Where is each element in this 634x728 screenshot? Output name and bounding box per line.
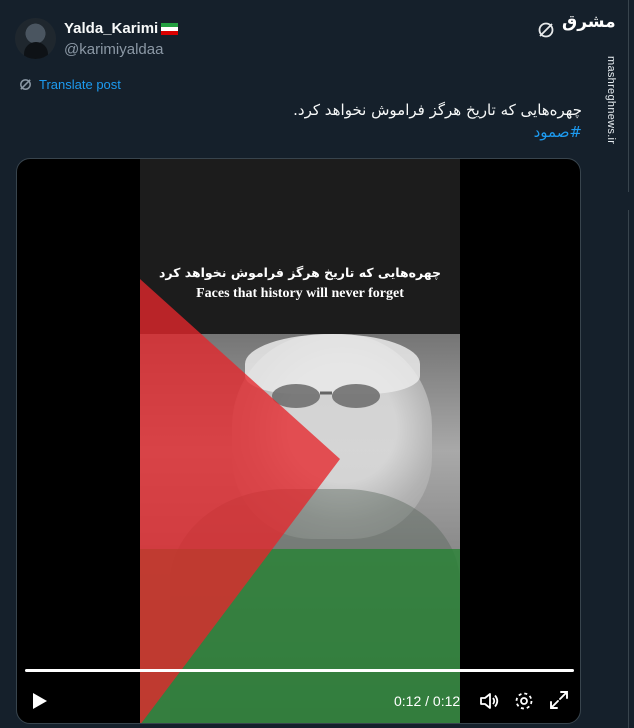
author-handle[interactable]: @karimiyaldaa: [64, 41, 163, 58]
author-name-row[interactable]: Yalda_Karimi: [64, 20, 179, 37]
grok-icon[interactable]: [536, 20, 556, 40]
video-caption-fa: چهره‌هایی که تاریخ هرگز فراموش نخواهد کر…: [158, 265, 442, 280]
divider: [628, 0, 629, 192]
gear-icon[interactable]: [513, 690, 535, 712]
video-player[interactable]: چهره‌هایی که تاریخ هرگز فراموش نخواهد کر…: [16, 158, 581, 724]
translate-post-label[interactable]: Translate post: [39, 77, 121, 92]
volume-icon[interactable]: [478, 690, 500, 712]
watermark-url: mashreghnews.ir: [605, 56, 617, 145]
video-controls: 0:12 / 0:12: [17, 657, 580, 723]
fullscreen-icon[interactable]: [549, 690, 569, 710]
display-name[interactable]: Yalda_Karimi: [64, 20, 158, 37]
video-frame[interactable]: چهره‌هایی که تاریخ هرگز فراموش نخواهد کر…: [140, 159, 460, 723]
video-progress-bar[interactable]: [25, 669, 574, 672]
avatar[interactable]: [15, 18, 56, 59]
play-icon[interactable]: [29, 691, 49, 711]
divider: [628, 210, 629, 728]
tweet-text: چهره‌هایی که تاریخ هرگز فراموش نخواهد کر…: [293, 101, 582, 119]
translate-icon: [20, 79, 31, 90]
iran-flag-icon: [161, 22, 179, 35]
hashtag-link[interactable]: #صمود: [534, 123, 582, 141]
video-time: 0:12 / 0:12: [394, 693, 461, 709]
watermark-logo: مشرق: [562, 12, 616, 32]
translate-post-link[interactable]: Translate post: [18, 77, 121, 92]
